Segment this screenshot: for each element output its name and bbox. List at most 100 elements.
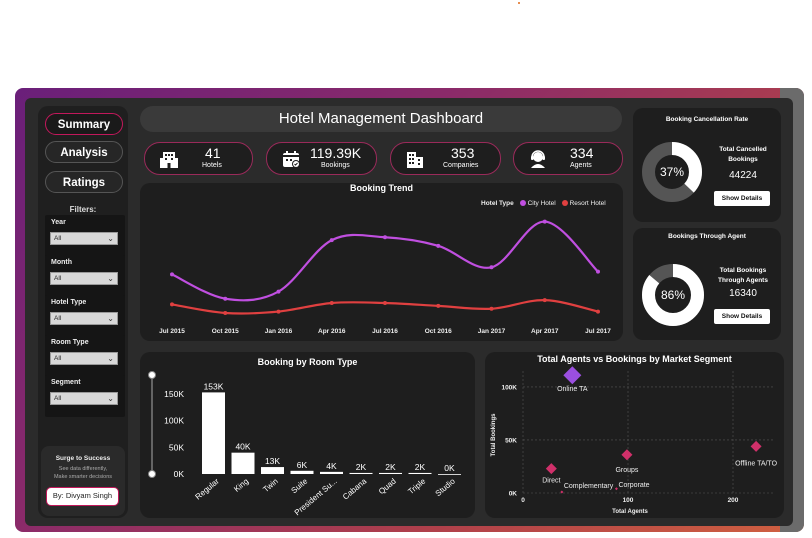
filter-segment-select[interactable]: All ⌄ [50, 392, 118, 405]
x-tick-label: 100 [623, 497, 634, 504]
room-type-chart: 0K 50K 100K 150K 153K Regular 40K King 13K Twin 6K… [148, 371, 461, 517]
cancellation-value: 44224 [729, 170, 757, 181]
nav-summary-button[interactable]: Summary [45, 113, 123, 135]
kpi-agents-value: 334 [570, 145, 594, 161]
filters-title: Filters: [69, 205, 97, 214]
promo-line-1: See data differently, [58, 466, 108, 472]
point-label: Complementary [564, 483, 614, 490]
bar-value-label: 2K [385, 462, 396, 472]
filter-hotel-type: Hotel Type All ⌄ [45, 295, 125, 337]
bar[interactable] [379, 472, 402, 474]
kpi-agents-label: Agents [570, 162, 592, 169]
filter-month: Month All ⌄ [45, 255, 125, 297]
filter-room-type: Room Type All ⌄ [45, 335, 125, 377]
bar-value-label: 2K [356, 462, 367, 472]
point-label: Online TA [557, 386, 588, 393]
series-line-0 [171, 220, 599, 302]
series-point-1-6[interactable] [489, 306, 494, 311]
chevron-down-icon: ⌄ [107, 234, 114, 243]
scatter-point[interactable] [563, 366, 582, 385]
page-title: Hotel Management Dashboard [140, 106, 622, 132]
agent-headset-icon [531, 150, 545, 168]
calendar-check-icon [283, 151, 300, 168]
promo-title: Surge to Success [55, 455, 111, 462]
bar[interactable] [261, 467, 284, 474]
booking-trend-panel: Booking Trend Hotel Type City Hotel Reso… [140, 183, 623, 341]
category-label: King [232, 477, 250, 494]
kpi-bookings-label: Bookings [321, 162, 350, 169]
nav-analysis-button[interactable]: Analysis [45, 141, 123, 163]
series-point-1-8[interactable] [596, 309, 600, 314]
bar[interactable] [408, 472, 432, 474]
bar-value-label: 40K [235, 442, 250, 452]
bar-value-label: 6K [297, 460, 308, 470]
filter-year: Year All ⌄ [45, 215, 125, 257]
bar[interactable] [290, 470, 314, 474]
point-label: Corporate [618, 482, 649, 489]
series-point-1-2[interactable] [276, 309, 281, 314]
building-icon [407, 152, 423, 168]
series-point-1-1[interactable] [223, 311, 228, 315]
bar[interactable] [438, 474, 461, 475]
y-tick-label: 100K [501, 384, 517, 391]
scatter-point[interactable] [750, 440, 762, 452]
kpi-companies-value: 353 [451, 145, 475, 161]
series-point-0-7[interactable] [542, 219, 547, 224]
series-point-1-4[interactable] [383, 301, 387, 305]
booking-trend-chart: Jul 2015 Oct 2015 Jan 2016 Apr 2016 Jul 2016… [159, 219, 611, 335]
series-point-0-6[interactable] [489, 265, 494, 270]
filter-segment-label: Segment [51, 379, 81, 386]
x-tick-label: Jan 2016 [265, 328, 293, 335]
x-axis-label: Total Agents [612, 509, 648, 515]
x-tick-label: Jan 2017 [478, 328, 506, 335]
y-tick-label: 100K [164, 416, 184, 426]
series-point-0-8[interactable] [596, 269, 600, 274]
scatter-point[interactable] [621, 449, 633, 461]
series-point-0-0[interactable] [170, 272, 174, 277]
filter-hotel-type-select[interactable]: All ⌄ [50, 312, 118, 325]
hotel-icon [160, 152, 178, 168]
bar-value-label: 0K [444, 463, 455, 473]
kpi-companies-label: Companies [443, 162, 479, 169]
bar[interactable] [349, 472, 373, 474]
series-point-1-3[interactable] [329, 301, 334, 305]
series-point-1-7[interactable] [542, 298, 547, 303]
bar[interactable] [231, 452, 255, 474]
series-point-1-5[interactable] [436, 303, 441, 308]
cancellation-show-details-button[interactable]: Show Details [714, 191, 770, 206]
nav-ratings-button[interactable]: Ratings [45, 171, 123, 193]
filter-year-value: All [54, 235, 62, 242]
point-label: Direct [542, 478, 560, 485]
x-tick-label: Jul 2016 [372, 328, 398, 335]
x-tick-label: Apr 2016 [318, 328, 346, 335]
decorative-dot [518, 2, 520, 4]
scatter-point[interactable] [545, 463, 557, 475]
agent-share-show-details-button[interactable]: Show Details [714, 309, 770, 324]
agent-share-label: Total Bookings Through Agents [714, 266, 772, 286]
filter-room-type-value: All [54, 355, 62, 362]
promo-card: Surge to Success See data differently, Ma… [41, 446, 125, 516]
range-slider-handle-bottom[interactable] [148, 470, 156, 478]
filter-room-type-select[interactable]: All ⌄ [50, 352, 118, 365]
author-badge[interactable]: By: Divyam Singh [46, 487, 119, 506]
series-point-0-5[interactable] [436, 243, 441, 248]
series-point-0-3[interactable] [329, 238, 334, 243]
bar[interactable] [202, 392, 225, 474]
series-point-1-0[interactable] [170, 302, 174, 307]
series-point-0-2[interactable] [276, 289, 281, 294]
kpi-agents: 334 Agents [513, 142, 623, 175]
category-label: Suite [290, 476, 310, 495]
x-tick-label: Jul 2015 [159, 328, 185, 335]
filter-year-select[interactable]: All ⌄ [50, 232, 118, 245]
bar[interactable] [320, 471, 343, 474]
x-tick-label: 0 [521, 497, 525, 504]
cancellation-percent: 37% [659, 165, 685, 179]
range-slider-handle-top[interactable] [148, 371, 156, 379]
series-point-0-1[interactable] [223, 296, 228, 301]
x-tick-label: Oct 2016 [425, 328, 452, 335]
agent-share-percent: 86% [660, 288, 686, 302]
cancellation-panel: Booking Cancellation Rate 37% Total Canc… [633, 108, 781, 222]
series-point-0-4[interactable] [383, 235, 387, 240]
chevron-down-icon: ⌄ [107, 314, 114, 323]
filter-month-select[interactable]: All ⌄ [50, 272, 118, 285]
